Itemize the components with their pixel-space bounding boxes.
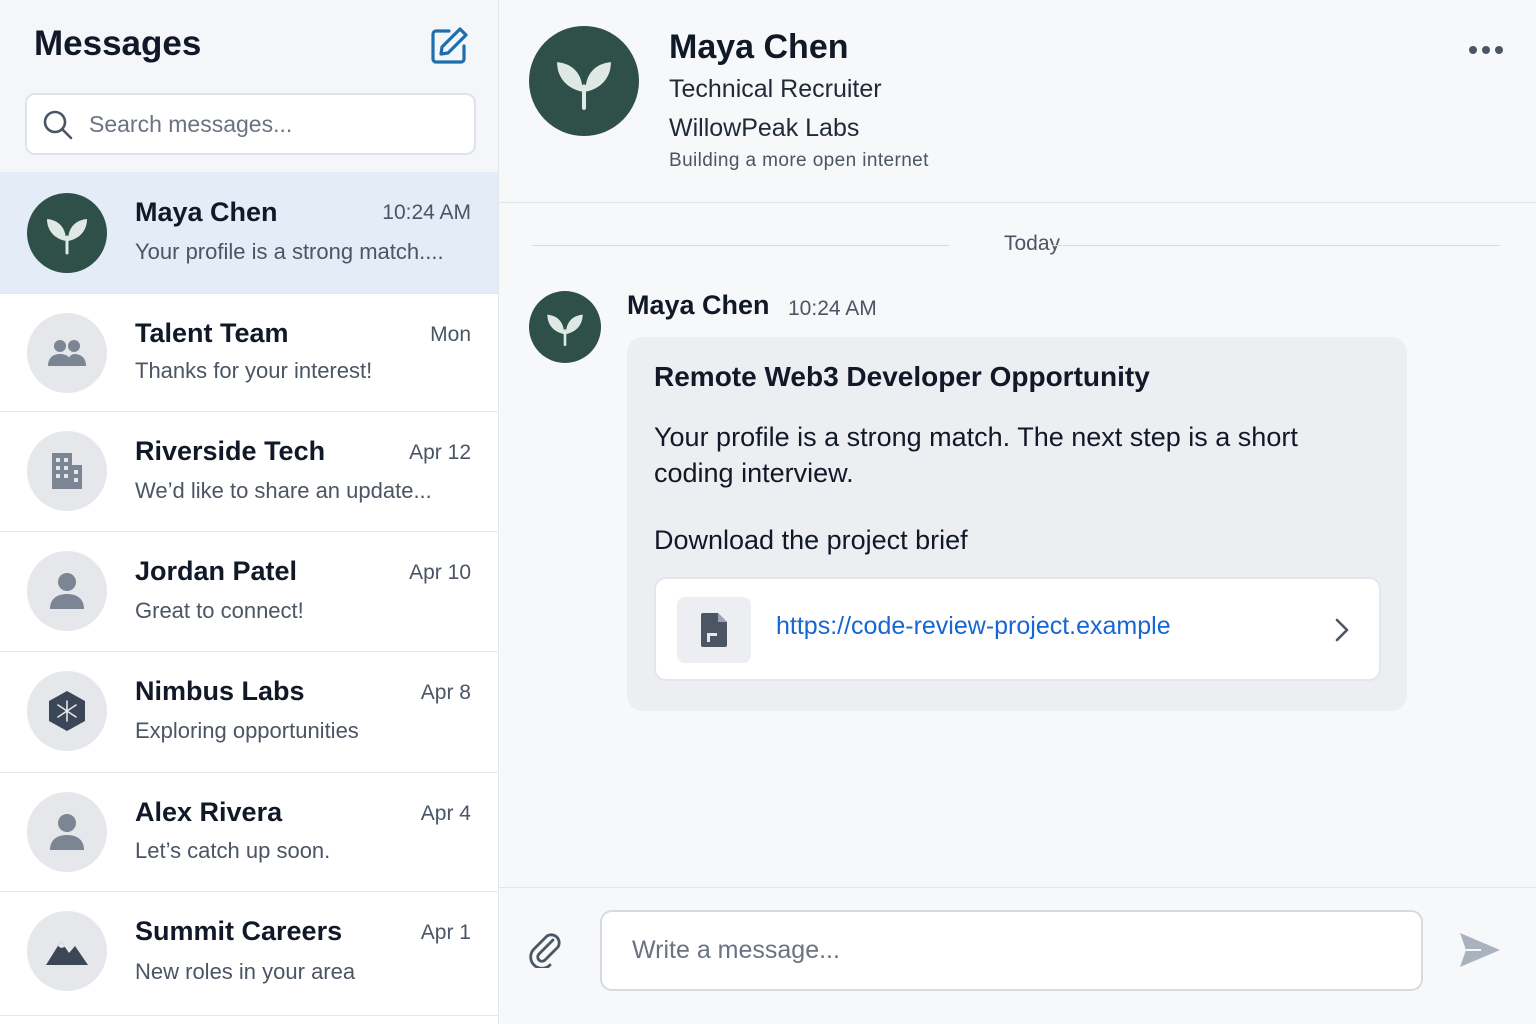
conversation-time: Apr 8	[420, 681, 471, 704]
conversation-name: Riverside Tech	[135, 436, 326, 466]
contact-company: WillowPeak Labs	[669, 114, 860, 142]
conversation-preview: Let’s catch up soon.	[135, 838, 331, 863]
contact-name: Maya Chen	[669, 28, 849, 66]
conversation-time: 10:24 AM	[382, 201, 471, 224]
mountain-icon	[27, 911, 107, 991]
divider	[1052, 245, 1500, 246]
conversation-preview: Great to connect!	[135, 598, 304, 623]
message-title: Remote Web3 Developer Opportunity	[654, 361, 1150, 392]
compose-icon[interactable]	[429, 26, 469, 66]
conversation-preview: Your profile is a strong match....	[135, 239, 444, 264]
link-preview-card[interactable]: https://code-review-project.example	[654, 577, 1381, 681]
day-separator: Today	[532, 232, 1500, 260]
conversation-time: Apr 12	[409, 441, 471, 464]
conversation-sidebar: Messages Maya Chen 10:24 AM Your profile…	[0, 0, 499, 1024]
contact-tagline: Building a more open internet	[669, 150, 929, 171]
conversation-time: Apr 4	[420, 802, 471, 825]
conversation-name: Maya Chen	[135, 197, 278, 227]
conversation-time: Apr 10	[409, 561, 471, 584]
conversation-preview: We’d like to share an update...	[135, 478, 432, 503]
conversation-name: Summit Careers	[135, 916, 343, 946]
conversation-item-maya-chen[interactable]: Maya Chen 10:24 AM Your profile is a str…	[0, 172, 498, 294]
chat-header: Maya Chen Technical Recruiter WillowPeak…	[499, 0, 1536, 203]
chevron-right-icon	[1334, 617, 1350, 648]
conversation-time: Mon	[430, 323, 471, 346]
hexagon-icon	[27, 671, 107, 751]
day-label: Today	[1003, 232, 1061, 255]
message-body: Your profile is a strong match. The next…	[654, 422, 1298, 488]
people-icon	[27, 313, 107, 393]
message-input[interactable]	[600, 910, 1423, 991]
search-input[interactable]	[89, 105, 459, 143]
conversation-item-nimbus-labs[interactable]: Nimbus Labs Apr 8 Exploring opportunitie…	[0, 652, 498, 773]
conversation-name: Jordan Patel	[135, 556, 298, 586]
project-link[interactable]: https://code-review-project.example	[776, 612, 1171, 641]
paperclip-icon[interactable]	[525, 928, 565, 970]
conversation-item-summit-careers[interactable]: Summit Careers Apr 1 New roles in your a…	[0, 892, 498, 1016]
conversation-preview: Thanks for your interest!	[135, 358, 373, 383]
person-icon	[27, 792, 107, 872]
conversation-name: Nimbus Labs	[135, 676, 305, 706]
conversation-item-talent-team[interactable]: Talent Team Mon Thanks for your interest…	[0, 294, 498, 412]
person-icon	[27, 551, 107, 631]
sidebar-title: Messages	[34, 24, 202, 63]
message-bubble: Remote Web3 Developer Opportunity Your p…	[627, 337, 1407, 711]
download-label: Download the project brief	[654, 525, 968, 555]
divider	[532, 245, 949, 246]
sidebar-header: Messages	[0, 0, 498, 172]
chat-panel: Maya Chen Technical Recruiter WillowPeak…	[499, 0, 1536, 1024]
send-icon[interactable]	[1457, 927, 1503, 973]
conversation-time: Apr 1	[420, 921, 471, 944]
search-box	[25, 93, 476, 155]
contact-role: Technical Recruiter	[669, 75, 882, 103]
sprout-icon	[27, 193, 107, 273]
message-sender: Maya Chen	[627, 290, 770, 320]
message-composer	[499, 887, 1536, 1024]
building-icon	[27, 431, 107, 511]
conversation-preview: Exploring opportunities	[135, 718, 359, 743]
conversation-name: Alex Rivera	[135, 797, 283, 827]
more-options-icon[interactable]	[1466, 36, 1506, 64]
conversation-preview: New roles in your area	[135, 959, 356, 984]
conversation-item-jordan-patel[interactable]: Jordan Patel Apr 10 Great to connect!	[0, 532, 498, 652]
conversation-name: Talent Team	[135, 318, 289, 348]
conversation-item-alex-rivera[interactable]: Alex Rivera Apr 4 Let’s catch up soon.	[0, 773, 498, 892]
conversation-item-riverside-tech[interactable]: Riverside Tech Apr 12 We’d like to share…	[0, 412, 498, 532]
search-icon	[43, 110, 73, 140]
sprout-icon	[529, 26, 639, 136]
document-icon	[677, 597, 751, 663]
message-time: 10:24 AM	[788, 297, 877, 320]
sprout-icon	[529, 291, 601, 363]
